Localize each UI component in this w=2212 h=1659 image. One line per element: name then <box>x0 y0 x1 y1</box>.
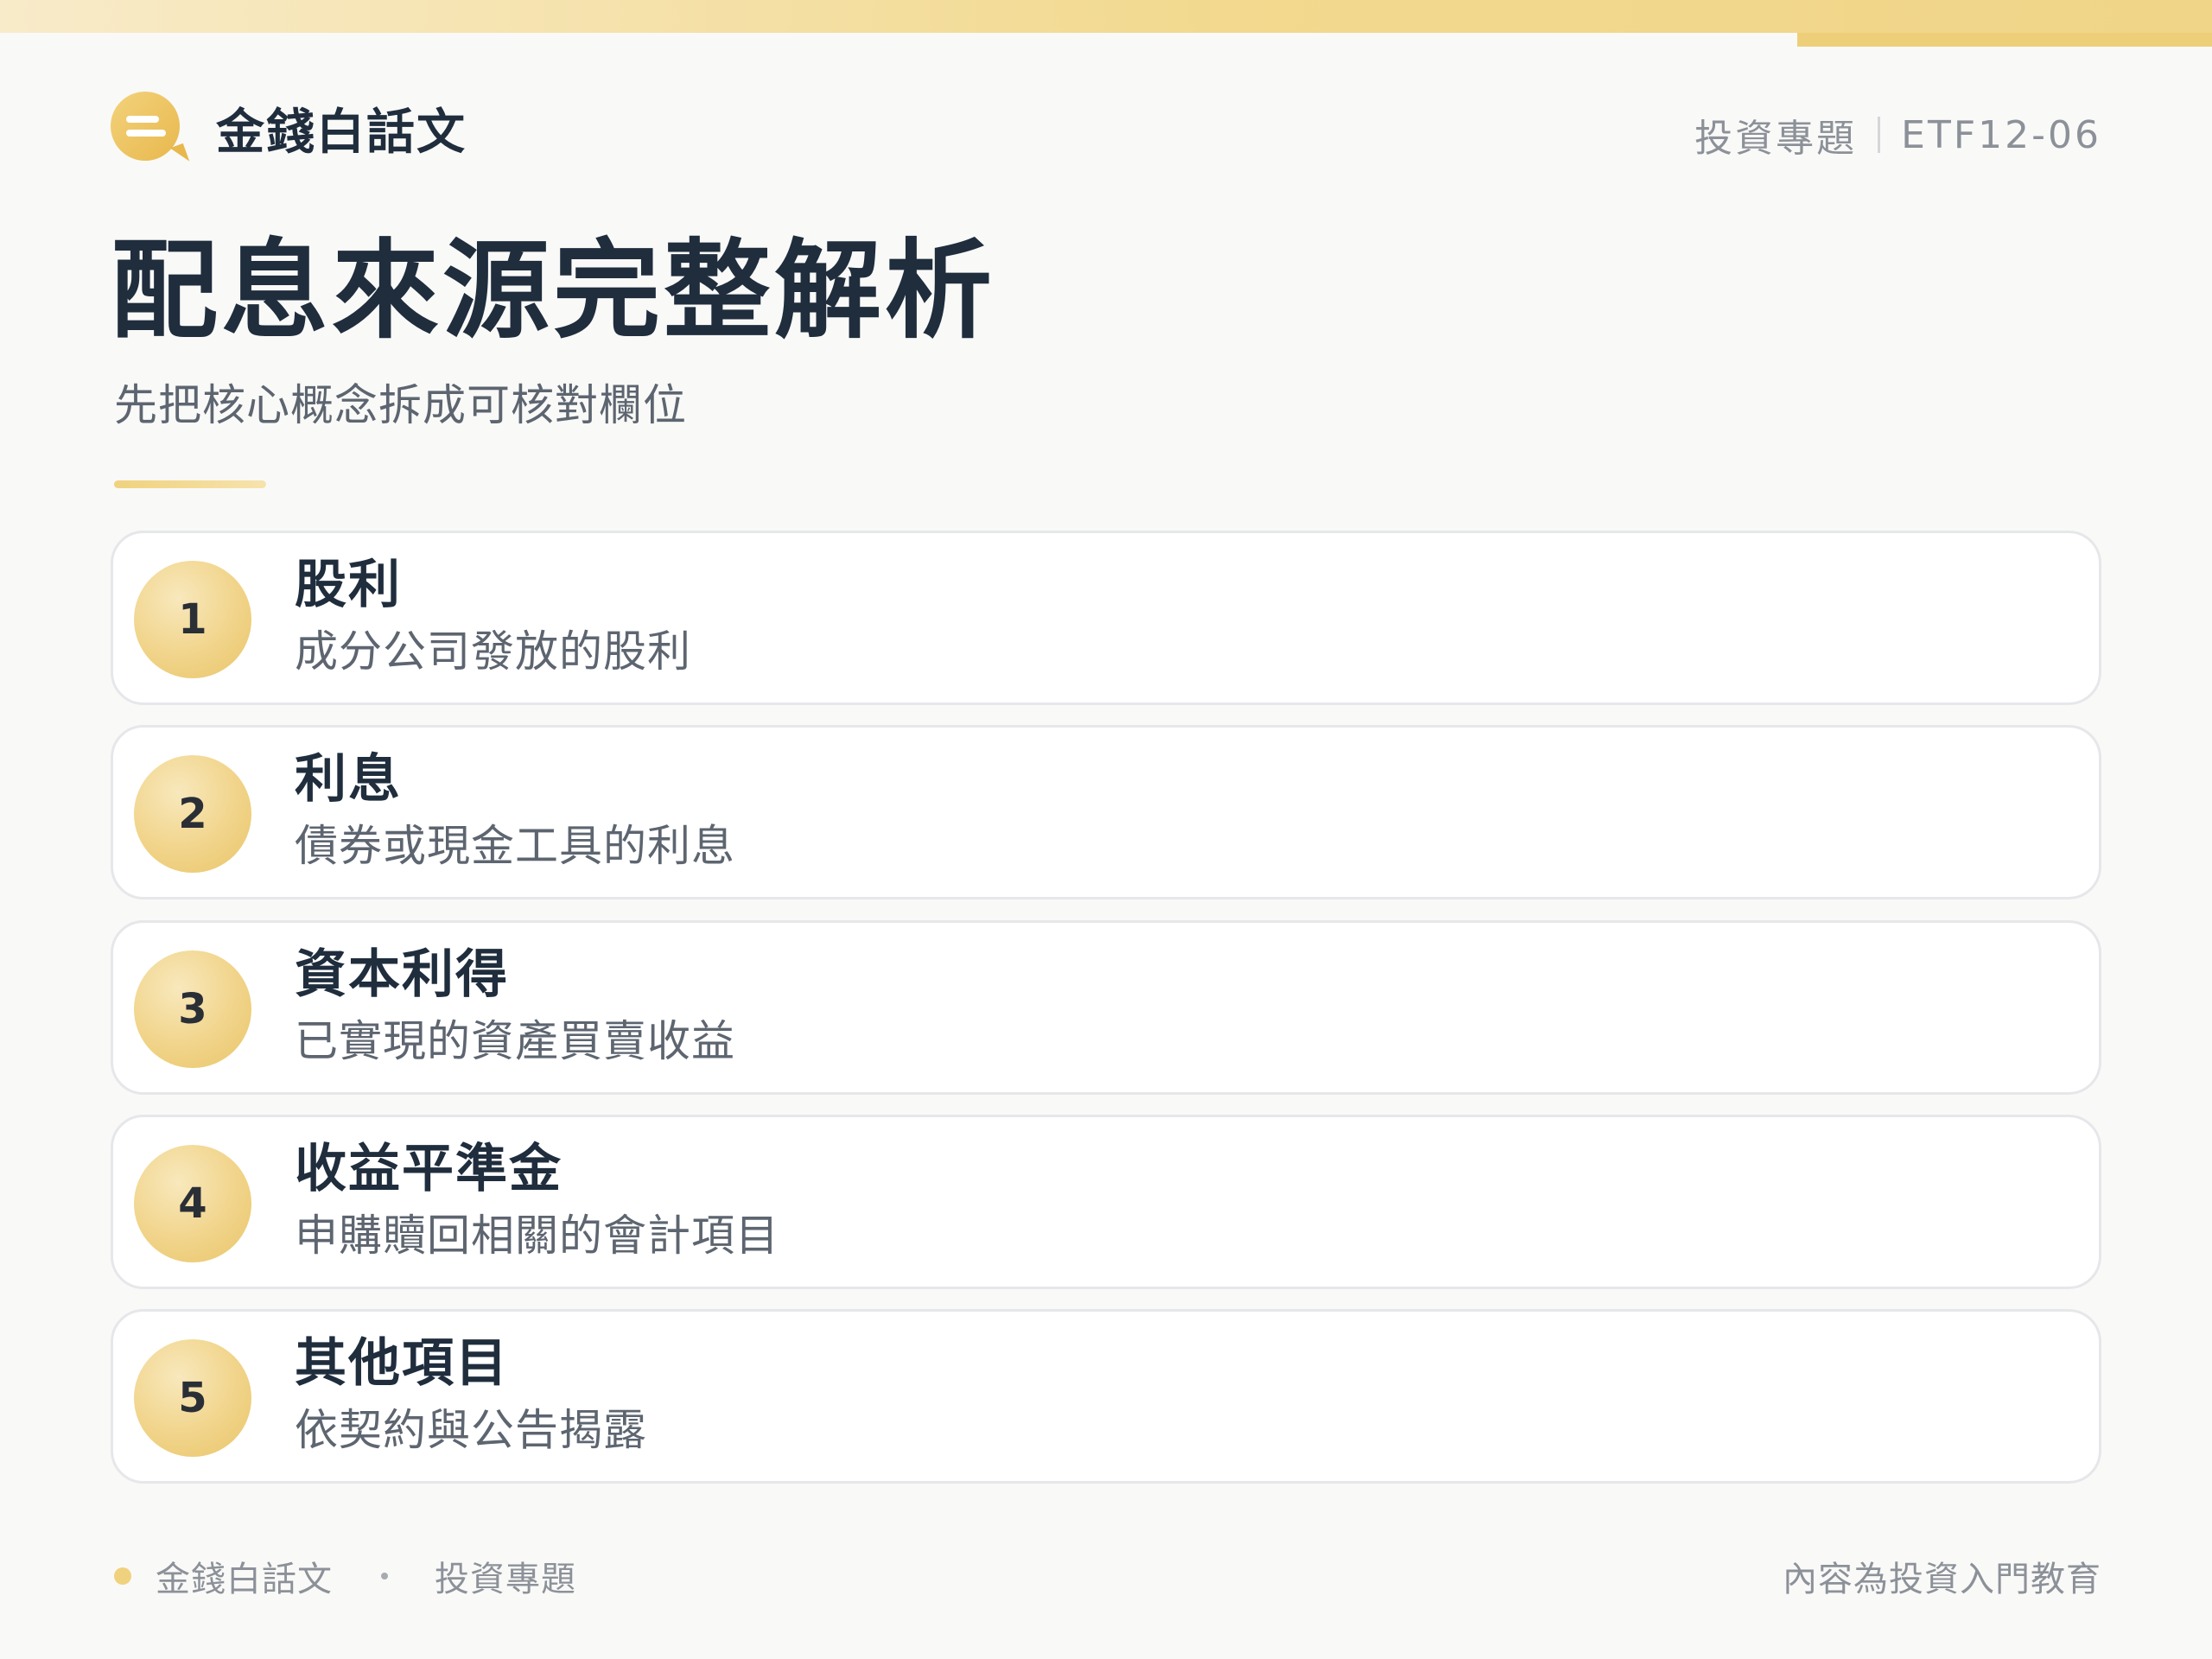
list-item: 2 利息 債券或現金工具的利息 <box>111 725 2101 899</box>
gold-dot-icon <box>114 1567 131 1585</box>
item-title: 其他項目 <box>295 1333 509 1394</box>
topic-code: ETF12-06 <box>1901 112 2101 157</box>
topic-label: 投資專題 ETF12-06 <box>1694 107 2101 162</box>
chat-bubble-icon <box>111 92 190 167</box>
item-description: 債券或現金工具的利息 <box>295 821 735 871</box>
brand: 金錢白話文 <box>111 92 467 167</box>
list-item: 4 收益平準金 申購贖回相關的會計項目 <box>111 1115 2101 1289</box>
number-badge: 1 <box>134 561 251 678</box>
title-underline <box>114 480 266 488</box>
number-badge: 2 <box>134 755 251 873</box>
item-title: 收益平準金 <box>295 1139 563 1199</box>
footer-left: 金錢白話文 投資專題 <box>114 1552 576 1600</box>
number-badge: 4 <box>134 1145 251 1262</box>
item-title: 利息 <box>295 749 402 810</box>
item-description: 成分公司發放的股利 <box>295 626 691 677</box>
item-title: 資本利得 <box>295 944 509 1005</box>
separator-dot-icon <box>381 1573 388 1580</box>
item-title: 股利 <box>295 555 402 615</box>
page-subtitle: 先把核心概念拆成可核對欄位 <box>114 380 687 430</box>
brand-name: 金錢白話文 <box>216 104 467 161</box>
footer-brand: 金錢白話文 <box>156 1560 333 1599</box>
number-badge: 3 <box>134 950 251 1068</box>
footer-note: 內容為投資入門教育 <box>1783 1560 2101 1599</box>
list-item: 5 其他項目 依契約與公告揭露 <box>111 1309 2101 1484</box>
list-item: 3 資本利得 已實現的資產買賣收益 <box>111 920 2101 1095</box>
top-accent-notch <box>1797 33 2212 47</box>
item-description: 申購贖回相關的會計項目 <box>295 1211 779 1261</box>
topic-name: 投資專題 <box>1694 117 1858 161</box>
topic-divider <box>1878 117 1881 153</box>
list-item: 1 股利 成分公司發放的股利 <box>111 531 2101 705</box>
item-description: 依契約與公告揭露 <box>295 1405 647 1455</box>
item-description: 已實現的資產買賣收益 <box>295 1016 735 1066</box>
page-title: 配息來源完整解析 <box>111 229 996 353</box>
top-accent-band <box>0 0 2212 33</box>
number-badge: 5 <box>134 1339 251 1457</box>
footer-topic: 投資專題 <box>435 1560 576 1599</box>
